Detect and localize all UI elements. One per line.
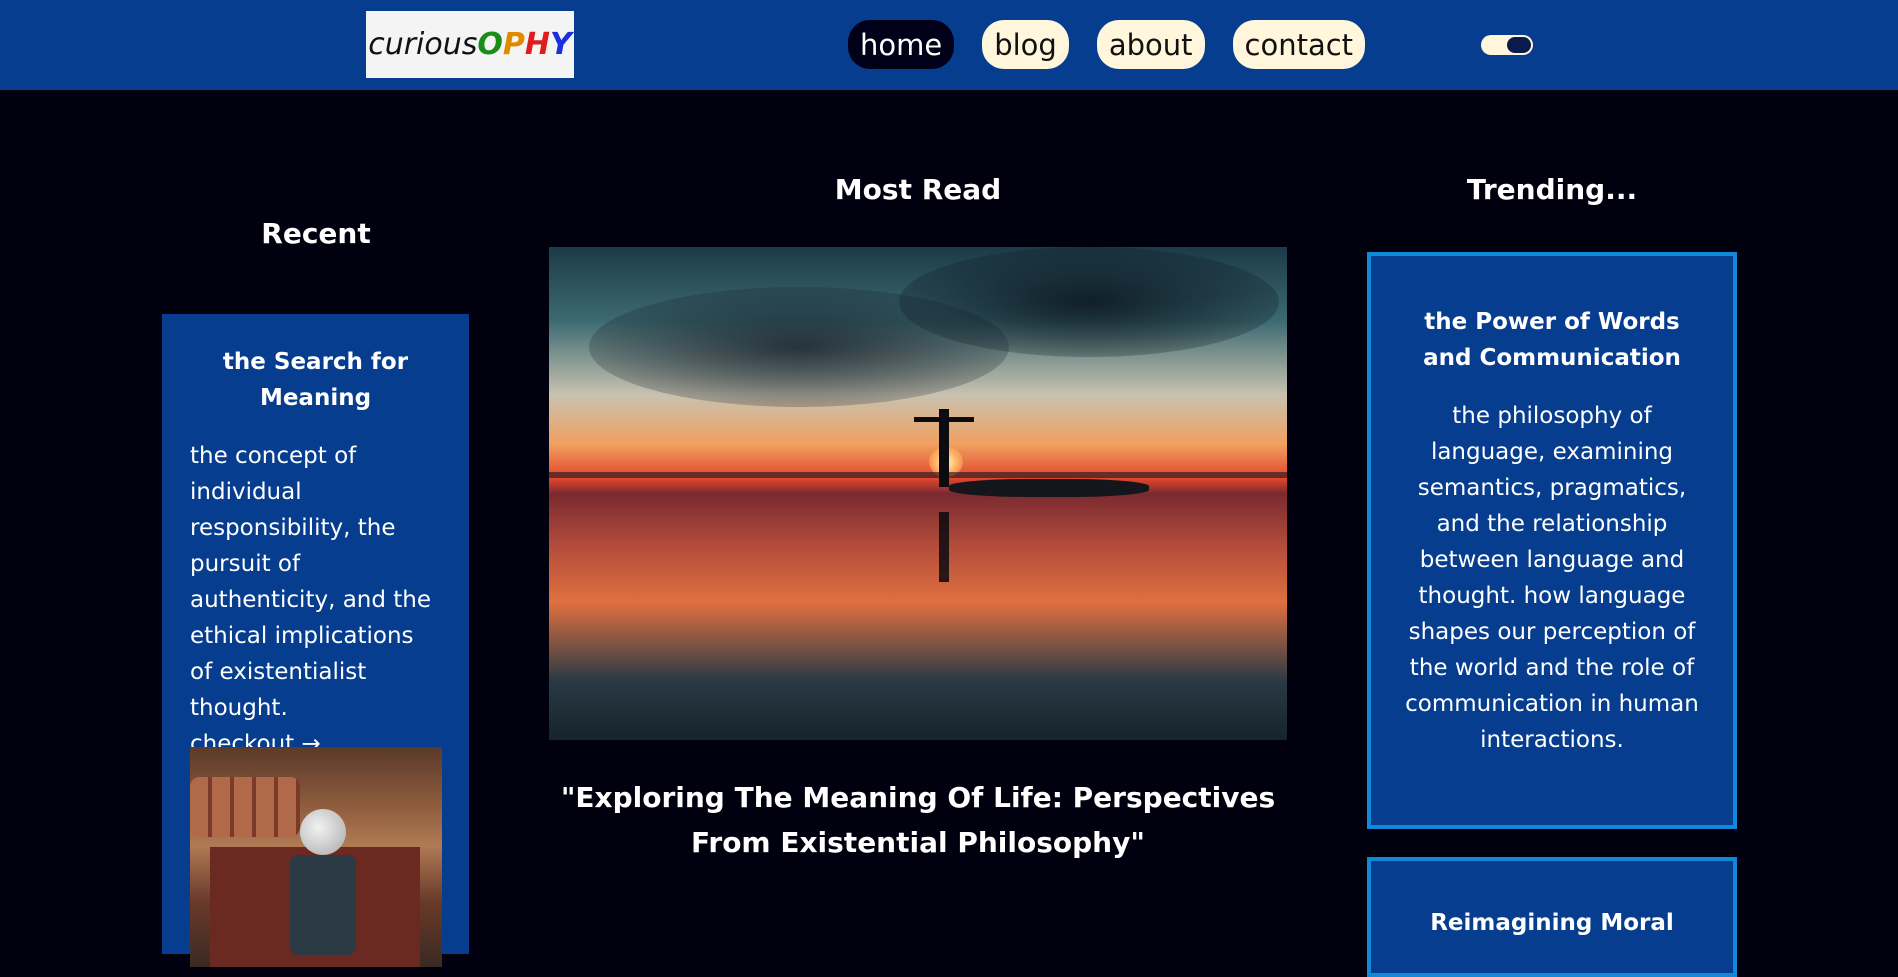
nav-blog[interactable]: blog bbox=[982, 20, 1069, 69]
most-read-title[interactable]: "Exploring The Meaning Of Life: Perspect… bbox=[549, 775, 1287, 865]
recent-post-card: the Search for Meaning the concept of in… bbox=[162, 314, 469, 967]
logo-letter-o: O bbox=[477, 27, 503, 62]
logo-letter-h: H bbox=[524, 27, 551, 62]
recent-post-body: the concept of individual responsibility… bbox=[190, 438, 441, 762]
trending-card-2[interactable]: Reimagining Moral bbox=[1367, 857, 1737, 977]
trending-card[interactable]: the Power of Words and Communication the… bbox=[1367, 252, 1737, 829]
trending-card-2-title: Reimagining Moral bbox=[1430, 910, 1674, 936]
logo-text-prefix: curious bbox=[368, 27, 478, 62]
hero-reflection-shape bbox=[939, 512, 949, 582]
main-nav: home blog about contact bbox=[848, 20, 1366, 69]
logo-letter-y: Y bbox=[550, 27, 572, 62]
nav-about[interactable]: about bbox=[1096, 20, 1205, 69]
hero-rock-shape bbox=[949, 479, 1149, 497]
most-read-image[interactable] bbox=[549, 247, 1287, 740]
image-robot-head-shape bbox=[300, 809, 346, 855]
site-header: curious O P H Y home blog about contact bbox=[0, 0, 1898, 90]
hero-person-shape bbox=[939, 409, 949, 487]
most-read-heading: Most Read bbox=[834, 173, 1002, 206]
trending-heading: Trending... bbox=[1466, 173, 1638, 206]
nav-home[interactable]: home bbox=[848, 20, 955, 69]
logo-letter-p: P bbox=[502, 27, 525, 62]
recent-post-excerpt: the concept of individual responsibility… bbox=[190, 443, 432, 721]
image-roof-shape bbox=[190, 777, 300, 837]
image-robot-body-shape bbox=[290, 855, 356, 955]
recent-post-image[interactable] bbox=[190, 747, 442, 967]
trending-card-body: the philosophy of language, examining se… bbox=[1405, 403, 1699, 753]
recent-post-title: the Search for Meaning bbox=[222, 349, 409, 411]
site-logo[interactable]: curious O P H Y bbox=[366, 11, 574, 78]
theme-toggle[interactable] bbox=[1481, 35, 1533, 55]
hero-cloud-shape-2 bbox=[899, 247, 1279, 357]
recent-heading: Recent bbox=[261, 217, 371, 250]
toggle-icon bbox=[1507, 37, 1531, 53]
nav-contact[interactable]: contact bbox=[1232, 20, 1366, 69]
trending-card-title: the Power of Words and Communication bbox=[1423, 309, 1681, 371]
hero-horizon-shape bbox=[549, 472, 1287, 478]
